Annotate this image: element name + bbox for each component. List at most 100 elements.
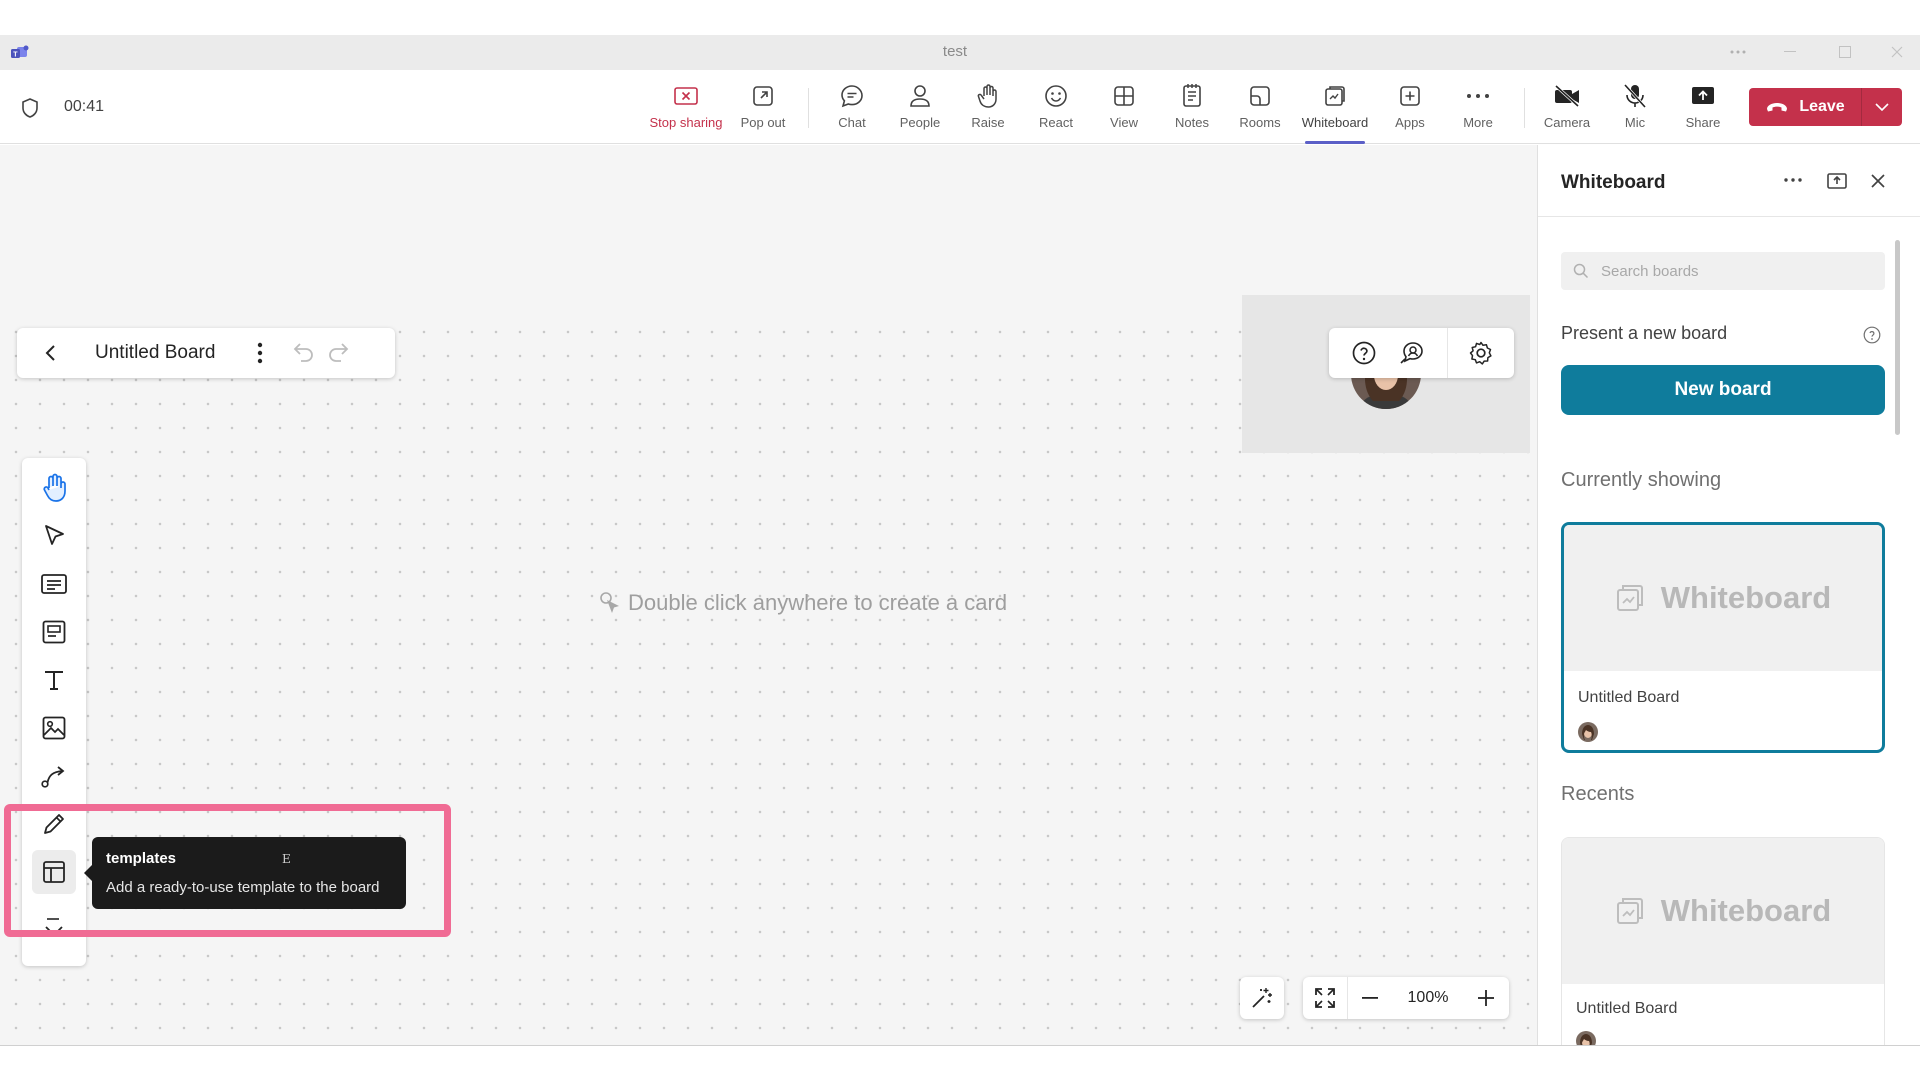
notes-icon bbox=[1180, 82, 1204, 110]
rooms-icon bbox=[1248, 82, 1272, 110]
meeting-timer: 00:41 bbox=[64, 98, 105, 115]
notes-label: Notes bbox=[1175, 115, 1209, 130]
chat-label: Chat bbox=[838, 115, 866, 130]
people-label: People bbox=[899, 115, 941, 130]
search-icon bbox=[1573, 263, 1589, 279]
panel-close-icon[interactable] bbox=[1870, 173, 1886, 189]
board-title[interactable]: Untitled Board bbox=[95, 342, 215, 364]
board-name: Untitled Board bbox=[1576, 1000, 1678, 1017]
camera-button[interactable]: Camera bbox=[1532, 82, 1602, 138]
select-pointer-icon bbox=[41, 523, 67, 549]
people-button[interactable]: People bbox=[885, 82, 955, 138]
react-button[interactable]: React bbox=[1021, 82, 1091, 138]
more-icon bbox=[1466, 82, 1490, 110]
current-board-card[interactable]: Whiteboard Untitled Board bbox=[1561, 522, 1885, 753]
close-window-icon[interactable] bbox=[1882, 40, 1912, 64]
zoom-in-icon[interactable] bbox=[1464, 977, 1508, 1019]
card-icon bbox=[41, 619, 67, 645]
zoom-out-icon[interactable] bbox=[1348, 977, 1392, 1019]
card-tool[interactable] bbox=[32, 610, 76, 654]
share-button[interactable]: Share bbox=[1668, 82, 1738, 138]
chat-button[interactable]: Chat bbox=[817, 82, 887, 138]
panel-header: Whiteboard bbox=[1538, 145, 1920, 217]
fit-to-screen-icon[interactable] bbox=[1303, 977, 1347, 1019]
connector-tool[interactable] bbox=[32, 754, 76, 798]
undo-icon[interactable] bbox=[289, 341, 315, 363]
maximize-icon[interactable] bbox=[1830, 40, 1860, 64]
present-new-board-label: Present a new board bbox=[1561, 323, 1728, 343]
board-tools bbox=[1329, 328, 1514, 378]
image-tool[interactable] bbox=[32, 706, 76, 750]
new-board-button[interactable]: New board bbox=[1561, 365, 1885, 415]
zoom-level[interactable]: 100% bbox=[1392, 977, 1464, 1019]
hint-text: Double click anywhere to create a card bbox=[628, 590, 1008, 615]
chevron-down-icon[interactable] bbox=[1862, 88, 1902, 126]
connector-icon bbox=[40, 763, 68, 789]
note-card-icon bbox=[40, 572, 68, 596]
pop-out-button[interactable]: Pop out bbox=[728, 82, 798, 138]
currently-showing-label: Currently showing bbox=[1561, 469, 1722, 491]
tooltip-shortcut: E bbox=[282, 852, 291, 866]
window-bottom-edge bbox=[0, 1045, 1920, 1046]
whiteboard-icon bbox=[1323, 82, 1347, 110]
magic-wand-button[interactable] bbox=[1240, 977, 1284, 1019]
leave-button[interactable]: Leave bbox=[1749, 88, 1902, 126]
panel-scrollbar[interactable] bbox=[1895, 240, 1900, 435]
mic-button[interactable]: Mic bbox=[1600, 82, 1670, 138]
hang-up-icon bbox=[1765, 101, 1789, 113]
panel-popout-icon[interactable] bbox=[1826, 171, 1848, 191]
window-more-icon[interactable] bbox=[1723, 40, 1753, 64]
view-button[interactable]: View bbox=[1089, 82, 1159, 138]
title-bar: T test bbox=[0, 35, 1920, 70]
panel-more-icon[interactable] bbox=[1784, 178, 1802, 182]
whiteboard-panel: Whiteboard Present a new board New board… bbox=[1537, 145, 1920, 1045]
apps-button[interactable]: Apps bbox=[1375, 82, 1445, 138]
note-tool[interactable] bbox=[32, 562, 76, 606]
whiteboard-thumb-icon bbox=[1615, 583, 1645, 613]
mic-off-icon bbox=[1622, 82, 1648, 110]
canvas-hint: Double click anywhere to create a card bbox=[598, 590, 1007, 616]
more-label: More bbox=[1463, 115, 1493, 130]
help-circle-icon[interactable] bbox=[1863, 326, 1881, 344]
zoom-controls: 100% bbox=[1303, 977, 1509, 1019]
board-menu-icon[interactable] bbox=[257, 342, 263, 364]
feedback-icon[interactable] bbox=[1399, 340, 1425, 366]
stop-sharing-icon bbox=[673, 82, 699, 110]
stop-sharing-button[interactable]: Stop sharing bbox=[650, 82, 723, 138]
board-thumbnail: Whiteboard bbox=[1564, 525, 1882, 671]
back-arrow-icon[interactable] bbox=[39, 341, 63, 365]
thumb-label: Whiteboard bbox=[1660, 893, 1832, 928]
text-tool[interactable] bbox=[32, 658, 76, 702]
view-label: View bbox=[1110, 115, 1138, 130]
raise-hand-button[interactable]: Raise bbox=[953, 82, 1023, 138]
board-header: Untitled Board bbox=[17, 328, 395, 378]
search-boards[interactable] bbox=[1561, 252, 1885, 290]
more-button[interactable]: More bbox=[1443, 82, 1513, 138]
recent-board-card[interactable]: Whiteboard Untitled Board bbox=[1561, 837, 1885, 1045]
rooms-button[interactable]: Rooms bbox=[1225, 82, 1295, 138]
share-icon bbox=[1690, 82, 1716, 110]
notes-button[interactable]: Notes bbox=[1157, 82, 1227, 138]
settings-gear-icon[interactable] bbox=[1468, 340, 1494, 366]
panel-title: Whiteboard bbox=[1561, 172, 1666, 193]
help-icon[interactable] bbox=[1351, 340, 1377, 366]
redo-icon[interactable] bbox=[327, 341, 353, 363]
toolbar-divider bbox=[1524, 88, 1525, 128]
view-icon bbox=[1112, 82, 1136, 110]
search-input[interactable] bbox=[1601, 252, 1871, 290]
magic-wand-icon bbox=[1250, 986, 1274, 1010]
whiteboard-button[interactable]: Whiteboard bbox=[1300, 82, 1370, 144]
whiteboard-thumb-icon bbox=[1615, 896, 1645, 926]
leave-main[interactable]: Leave bbox=[1749, 88, 1862, 126]
react-icon bbox=[1043, 82, 1069, 110]
pop-out-icon bbox=[751, 82, 775, 110]
tooltip-title: templates bbox=[106, 850, 177, 867]
select-tool[interactable] bbox=[32, 514, 76, 558]
leave-label: Leave bbox=[1799, 98, 1845, 115]
minimize-icon[interactable] bbox=[1775, 40, 1805, 64]
image-icon bbox=[41, 715, 67, 741]
whiteboard-label: Whiteboard bbox=[1301, 115, 1369, 130]
recents-label: Recents bbox=[1561, 783, 1635, 805]
text-icon bbox=[42, 668, 66, 692]
hand-tool[interactable] bbox=[32, 466, 76, 510]
